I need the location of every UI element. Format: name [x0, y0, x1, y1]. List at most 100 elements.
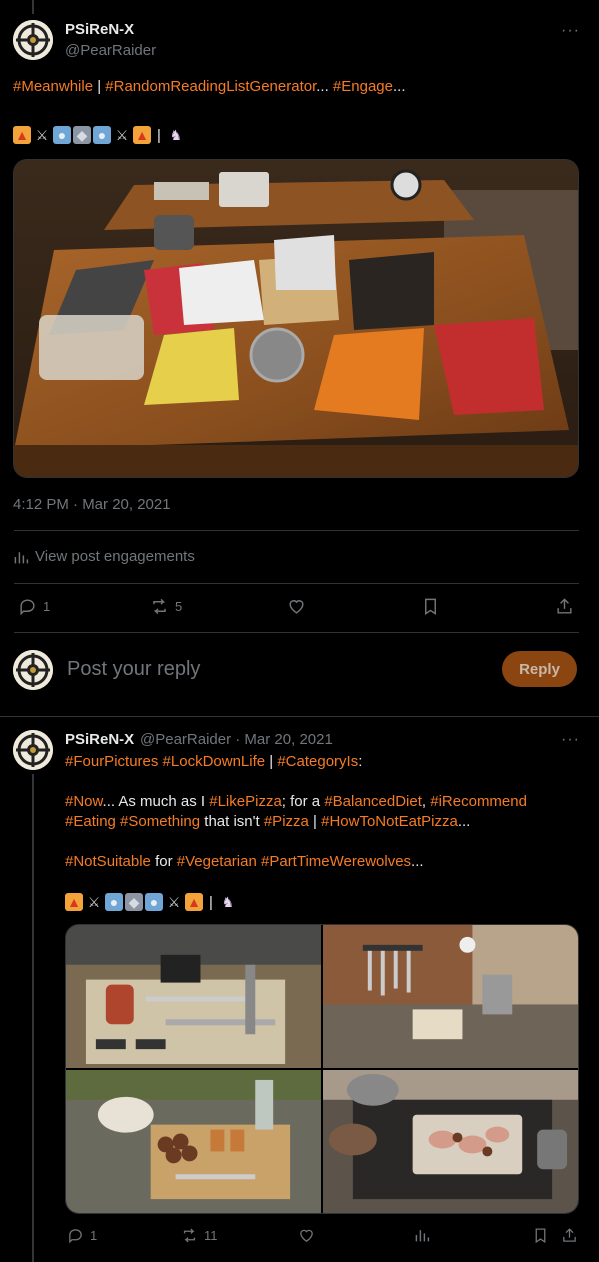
display-name[interactable]: PSiReN-X	[65, 731, 134, 748]
grid-image-knives-counter[interactable]	[66, 925, 321, 1068]
hashtag-link[interactable]: #LockDownLife	[163, 753, 266, 770]
share-action[interactable]	[561, 1227, 578, 1244]
hashtag-link[interactable]: #LikePizza	[209, 793, 282, 810]
books-on-table-image	[14, 160, 578, 477]
robot-icon: ●	[145, 893, 163, 911]
divider	[14, 632, 579, 633]
avatar-crosshair-icon	[13, 650, 53, 690]
repost-action[interactable]: 5	[150, 597, 182, 616]
hashtag-link[interactable]: #NotSuitable	[65, 853, 151, 870]
post-text: ...	[392, 78, 406, 95]
hashtag-link[interactable]: #Now	[65, 793, 103, 810]
crossed-swords-icon: ⚔	[35, 127, 49, 143]
hashtag-link[interactable]: #PartTimeWerewolves	[261, 853, 411, 870]
fire-icon: ▲	[185, 893, 203, 911]
hashtag-link[interactable]: #iRecommend	[430, 793, 527, 810]
reply-action[interactable]: 1	[18, 597, 50, 616]
share-icon	[563, 1228, 576, 1242]
wolf-icon: ◆	[125, 893, 143, 911]
hashtag-link[interactable]: #Something	[120, 813, 200, 830]
hashtag-link[interactable]: #FourPictures	[65, 753, 158, 770]
engagements-label: View post engagements	[35, 548, 195, 565]
divider	[14, 583, 579, 584]
hashtag-link[interactable]: #Meanwhile	[13, 78, 93, 95]
post-text: ... As much as I	[102, 793, 210, 810]
bookmark-icon	[425, 598, 436, 615]
fire-icon: ▲	[133, 126, 151, 144]
divider	[14, 530, 579, 531]
reply-avatar[interactable]	[13, 730, 53, 770]
grid-image-kitchen-wall[interactable]	[323, 925, 578, 1068]
post-timestamp[interactable]: 4:12 PM · Mar 20, 2021	[13, 496, 171, 513]
like-action[interactable]	[298, 1227, 315, 1244]
hashtag-link[interactable]: #HowToNotEatPizza	[321, 813, 458, 830]
post-text-line: #Now... As much as I #LikePizza; for a #…	[65, 792, 527, 812]
hashtag-link[interactable]: #BalancedDiet	[324, 793, 422, 810]
grid-image-stove-pan[interactable]	[323, 1070, 578, 1213]
view-engagements-link[interactable]: View post engagements	[13, 548, 195, 565]
bookmark-action[interactable]	[532, 1227, 549, 1244]
robot-icon: ●	[53, 126, 71, 144]
hashtag-link[interactable]: #RandomReadingListGenerator	[105, 78, 316, 95]
post-text: that isn't	[200, 813, 264, 830]
divider	[0, 716, 599, 717]
avatar-crosshair-icon	[13, 20, 53, 60]
reply-icon	[20, 599, 35, 616]
avatar[interactable]	[13, 20, 53, 60]
separator: |	[209, 893, 213, 911]
hashtag-link[interactable]: #Pizza	[264, 813, 309, 830]
post-text: ...	[457, 813, 471, 830]
post-image[interactable]	[13, 159, 579, 478]
fire-icon: ▲	[65, 893, 83, 911]
share-action[interactable]	[555, 597, 574, 616]
post-text: |	[308, 813, 322, 830]
post-text: |	[93, 78, 106, 95]
hashtag-link[interactable]: #CategoryIs	[277, 753, 358, 770]
handle-and-date[interactable]: @PearRaider · Mar 20, 2021	[140, 731, 333, 748]
wolf-icon: ◆	[73, 126, 91, 144]
bookmark-icon	[535, 1228, 546, 1244]
bookmark-action[interactable]	[421, 597, 440, 616]
robot-icon: ●	[105, 893, 123, 911]
more-options-icon[interactable]: ···	[561, 22, 580, 40]
avatar-crosshair-icon	[13, 730, 53, 770]
post-text: ...	[316, 78, 333, 95]
post-text: ...	[411, 853, 424, 870]
reply-count: 1	[90, 1228, 98, 1243]
post-text-line: #Eating #Something that isn't #Pizza | #…	[65, 812, 470, 832]
reply-input[interactable]: Post your reply	[67, 658, 200, 681]
separator: |	[157, 126, 161, 144]
hashtag-link[interactable]: #Eating	[65, 813, 116, 830]
repost-count: 11	[204, 1228, 218, 1243]
hashtag-link[interactable]: #Engage	[333, 78, 393, 95]
user-handle[interactable]: @PearRaider	[65, 42, 156, 59]
post-text: |	[265, 753, 278, 770]
unicorn-icon: ♞	[221, 894, 235, 910]
display-name[interactable]: PSiReN-X	[65, 21, 134, 38]
emoji-row: ▲ ⚔ ● ◆ ● ⚔ ▲ | ♞	[13, 124, 185, 146]
unicorn-icon: ♞	[169, 127, 183, 143]
hashtag-link[interactable]: #Vegetarian	[177, 853, 257, 870]
repost-action[interactable]: 11	[181, 1227, 218, 1244]
post-text: ; for a	[281, 793, 325, 810]
crossed-swords-icon: ⚔	[167, 894, 181, 910]
post-text: :	[358, 753, 363, 770]
grid-image-meatballs-board[interactable]	[66, 1070, 321, 1213]
stove-pan-image	[323, 1070, 578, 1213]
composer-avatar[interactable]	[13, 650, 53, 690]
reply-count: 1	[43, 599, 51, 614]
more-options-icon[interactable]: ···	[561, 731, 580, 749]
kitchen-knives-image	[66, 925, 321, 1068]
like-action[interactable]	[287, 597, 306, 616]
post-text-line: #NotSuitable for #Vegetarian #PartTimeWe…	[65, 852, 424, 872]
reply-action[interactable]: 1	[67, 1227, 97, 1244]
post-text-line: #Meanwhile | #RandomReadingListGenerator…	[13, 77, 406, 97]
heart-icon	[300, 1229, 313, 1242]
views-action[interactable]	[414, 1227, 430, 1243]
heart-icon	[289, 600, 304, 614]
fire-icon: ▲	[13, 126, 31, 144]
share-icon	[557, 598, 572, 614]
crossed-swords-icon: ⚔	[115, 127, 129, 143]
repost-count: 5	[175, 599, 183, 614]
reply-button[interactable]: Reply	[502, 651, 577, 687]
